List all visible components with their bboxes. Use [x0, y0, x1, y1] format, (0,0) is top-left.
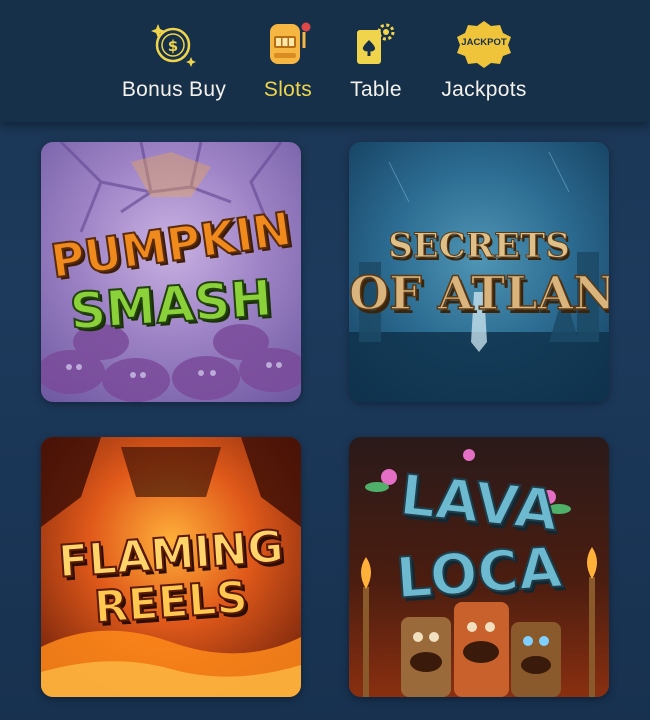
category-nav-bar: $ Bonus Buy Slots Table JACKPOT Jackpots [0, 0, 650, 122]
playing-cards-icon [350, 18, 402, 70]
tab-slots[interactable]: Slots [258, 18, 318, 114]
game-card-secrets-of-atlantis[interactable]: SECRETS OF ATLANTIS [349, 142, 609, 402]
tab-bonus-buy[interactable]: $ Bonus Buy [118, 18, 230, 114]
game-grid: PUMPKIN SMASH SECRETS OF ATLANTIS [0, 122, 650, 720]
game-card-lava-loca[interactable]: LAVA LOCA [349, 437, 609, 697]
tab-table[interactable]: Table [346, 18, 406, 114]
tab-bonus-buy-label: Bonus Buy [121, 78, 227, 101]
tab-slots-label: Slots [263, 78, 313, 101]
game-title-line1: SECRETS [388, 226, 571, 267]
coin-stars-icon: $ [148, 18, 200, 70]
tab-jackpots-label: Jackpots [441, 78, 527, 101]
tab-table-label: Table [350, 78, 402, 101]
jackpot-badge-text: JACKPOT [461, 37, 507, 48]
slot-machine-icon [262, 18, 314, 70]
jackpot-badge-icon: JACKPOT [454, 18, 514, 70]
tab-jackpots[interactable]: JACKPOT Jackpots [436, 18, 532, 114]
game-card-pumpkin-smash[interactable]: PUMPKIN SMASH [41, 142, 301, 402]
svg-text:$: $ [168, 37, 178, 55]
game-title-line2: OF ATLANTIS [349, 265, 609, 321]
game-card-flaming-reels[interactable]: FLAMING REELS [41, 437, 301, 697]
category-tabs: $ Bonus Buy Slots Table JACKPOT Jackpots [0, 18, 650, 114]
